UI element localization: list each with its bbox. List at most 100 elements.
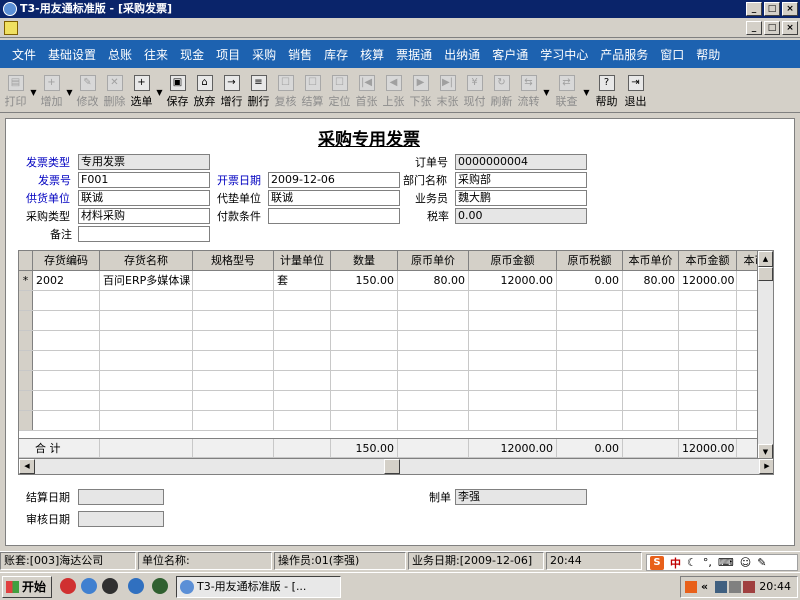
- table-row[interactable]: [19, 311, 773, 331]
- invoice-no-field[interactable]: F001: [78, 172, 210, 188]
- cash-pay-button[interactable]: ¥ 现付: [461, 73, 488, 111]
- menu-file[interactable]: 文件: [6, 46, 42, 63]
- col-header-amount[interactable]: 原币金额: [469, 251, 557, 270]
- settle-button[interactable]: ☐ 结算: [299, 73, 326, 111]
- hscroll-thumb[interactable]: [384, 459, 400, 474]
- cell-qty[interactable]: 150.00: [331, 271, 398, 290]
- settle-date-field[interactable]: [78, 489, 164, 505]
- menu-inventory[interactable]: 库存: [318, 46, 354, 63]
- tray-volume-icon[interactable]: [729, 581, 741, 593]
- quicklaunch-mail-icon[interactable]: [81, 578, 97, 594]
- table-row[interactable]: [19, 351, 773, 371]
- quicklaunch-browser-icon[interactable]: [60, 578, 76, 594]
- menu-product-service[interactable]: 产品服务: [594, 46, 654, 63]
- order-no-field[interactable]: 0000000004: [455, 154, 587, 170]
- ime-lang-indicator[interactable]: 中: [670, 555, 681, 571]
- department-field[interactable]: 采购部: [455, 172, 587, 188]
- invoice-type-field[interactable]: 专用发票: [78, 154, 210, 170]
- last-record-button[interactable]: ▶| 末张: [434, 73, 461, 111]
- menu-learning[interactable]: 学习中心: [534, 46, 594, 63]
- print-button[interactable]: ▤ 打印: [2, 73, 29, 111]
- tray-sogou-icon[interactable]: [685, 581, 697, 593]
- linked-query-button[interactable]: ⇄ 联查: [551, 73, 582, 111]
- cell-price[interactable]: 80.00: [398, 271, 469, 290]
- first-record-button[interactable]: |◀ 首张: [353, 73, 380, 111]
- table-row[interactable]: [19, 411, 773, 431]
- remark-field[interactable]: [78, 226, 210, 242]
- locate-button[interactable]: ☐ 定位: [326, 73, 353, 111]
- quicklaunch-qq-icon[interactable]: [102, 578, 118, 594]
- ime-toolbar[interactable]: S 中 ☾ °, ⌨ ☺ ✎: [646, 554, 798, 571]
- invoice-date-field[interactable]: 2009-12-06: [268, 172, 400, 188]
- next-record-button[interactable]: ▶ 下张: [407, 73, 434, 111]
- scroll-up-arrow[interactable]: ▲: [758, 251, 773, 267]
- select-dropdown[interactable]: ▼: [155, 73, 164, 111]
- col-header-local-price[interactable]: 本币单价: [623, 251, 679, 270]
- tax-rate-field[interactable]: 0.00: [455, 208, 587, 224]
- wrench-icon[interactable]: ✎: [757, 556, 766, 569]
- col-header-spec[interactable]: 规格型号: [193, 251, 274, 270]
- review-date-field[interactable]: [78, 511, 164, 527]
- child-restore-button[interactable]: □: [764, 21, 780, 35]
- menu-sales[interactable]: 销售: [282, 46, 318, 63]
- refresh-button[interactable]: ↻ 刷新: [488, 73, 515, 111]
- col-header-code[interactable]: 存货编码: [33, 251, 100, 270]
- cell-local-amount[interactable]: 12000.00: [679, 271, 737, 290]
- moon-icon[interactable]: ☾: [687, 556, 697, 569]
- select-button[interactable]: + 选单: [128, 73, 155, 111]
- purchase-type-field[interactable]: 材料采购: [78, 208, 210, 224]
- linked-query-dropdown[interactable]: ▼: [582, 73, 591, 111]
- modify-button[interactable]: ✎ 修改: [74, 73, 101, 111]
- maker-field[interactable]: 李强: [455, 489, 587, 505]
- help-button[interactable]: ? 帮助: [591, 73, 622, 111]
- agent-unit-field[interactable]: 联诚: [268, 190, 400, 206]
- menu-bill[interactable]: 票据通: [390, 46, 438, 63]
- sogou-logo-icon[interactable]: S: [650, 555, 664, 570]
- prev-record-button[interactable]: ◀ 上张: [380, 73, 407, 111]
- review-button[interactable]: ☐ 复核: [272, 73, 299, 111]
- scroll-thumb[interactable]: [758, 267, 773, 281]
- cell-amount[interactable]: 12000.00: [469, 271, 557, 290]
- supplier-field[interactable]: 联诚: [78, 190, 210, 206]
- payment-terms-field[interactable]: [268, 208, 400, 224]
- print-dropdown[interactable]: ▼: [29, 73, 38, 111]
- col-header-unit[interactable]: 计量单位: [274, 251, 331, 270]
- col-header-name[interactable]: 存货名称: [100, 251, 193, 270]
- table-row[interactable]: * 2002 百问ERP多媒体课 套 150.00 80.00 12000.00…: [19, 271, 773, 291]
- table-row[interactable]: [19, 291, 773, 311]
- flow-dropdown[interactable]: ▼: [542, 73, 551, 111]
- quicklaunch-ie-icon[interactable]: [128, 578, 144, 594]
- abandon-button[interactable]: ⌂ 放弃: [191, 73, 218, 111]
- save-button[interactable]: ▣ 保存: [164, 73, 191, 111]
- delete-button[interactable]: ✕ 删除: [101, 73, 128, 111]
- start-button[interactable]: 开始: [2, 576, 52, 598]
- menu-customer[interactable]: 客户通: [486, 46, 534, 63]
- cell-local-price[interactable]: 80.00: [623, 271, 679, 290]
- add-row-button[interactable]: → 增行: [218, 73, 245, 111]
- tray-network-icon[interactable]: [715, 581, 727, 593]
- add-dropdown[interactable]: ▼: [65, 73, 74, 111]
- table-row[interactable]: [19, 391, 773, 411]
- menu-purchase[interactable]: 采购: [246, 46, 282, 63]
- cell-code[interactable]: 2002: [33, 271, 100, 290]
- cell-unit[interactable]: 套: [274, 271, 331, 290]
- menu-cash[interactable]: 现金: [174, 46, 210, 63]
- scroll-right-arrow[interactable]: ▶: [759, 459, 773, 474]
- flow-button[interactable]: ⇆ 流转: [515, 73, 542, 111]
- close-button[interactable]: ×: [782, 2, 798, 16]
- cell-spec[interactable]: [193, 271, 274, 290]
- user-icon[interactable]: ☺: [740, 556, 751, 569]
- delete-row-button[interactable]: ≡ 删行: [245, 73, 272, 111]
- task-button-t3[interactable]: T3-用友通标准版 - [...: [176, 576, 341, 598]
- col-header-tax[interactable]: 原币税额: [557, 251, 623, 270]
- menu-cashier[interactable]: 出纳通: [438, 46, 486, 63]
- quicklaunch-chevron-icon[interactable]: [152, 578, 168, 594]
- vertical-scrollbar[interactable]: ▲ ▼: [757, 251, 773, 460]
- menu-basic-settings[interactable]: 基础设置: [42, 46, 102, 63]
- horizontal-scrollbar[interactable]: ◀ ▶: [19, 458, 773, 474]
- menu-help[interactable]: 帮助: [690, 46, 726, 63]
- scroll-left-arrow[interactable]: ◀: [19, 459, 35, 474]
- cell-name[interactable]: 百问ERP多媒体课: [100, 271, 193, 290]
- maximize-button[interactable]: □: [764, 2, 780, 16]
- menu-window[interactable]: 窗口: [654, 46, 690, 63]
